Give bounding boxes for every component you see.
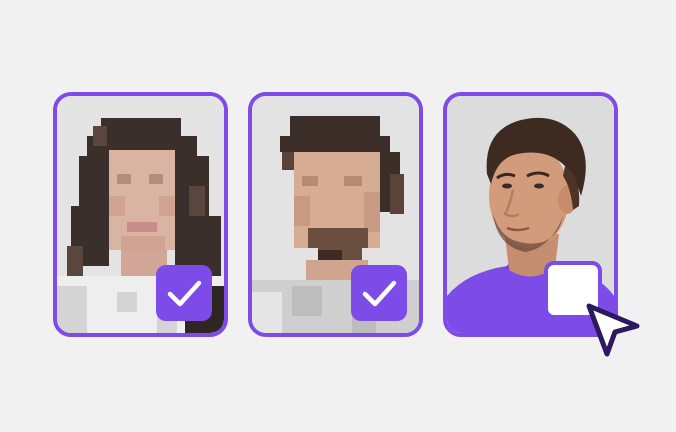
selected-checkbox-1[interactable] [156, 265, 212, 321]
selection-stage [0, 0, 676, 432]
mouse-pointer-icon [586, 303, 640, 357]
check-icon [167, 280, 202, 307]
photo-card-2[interactable] [248, 92, 423, 337]
photo-card-1[interactable] [53, 92, 228, 337]
check-icon [362, 280, 397, 307]
selected-checkbox-2[interactable] [351, 265, 407, 321]
